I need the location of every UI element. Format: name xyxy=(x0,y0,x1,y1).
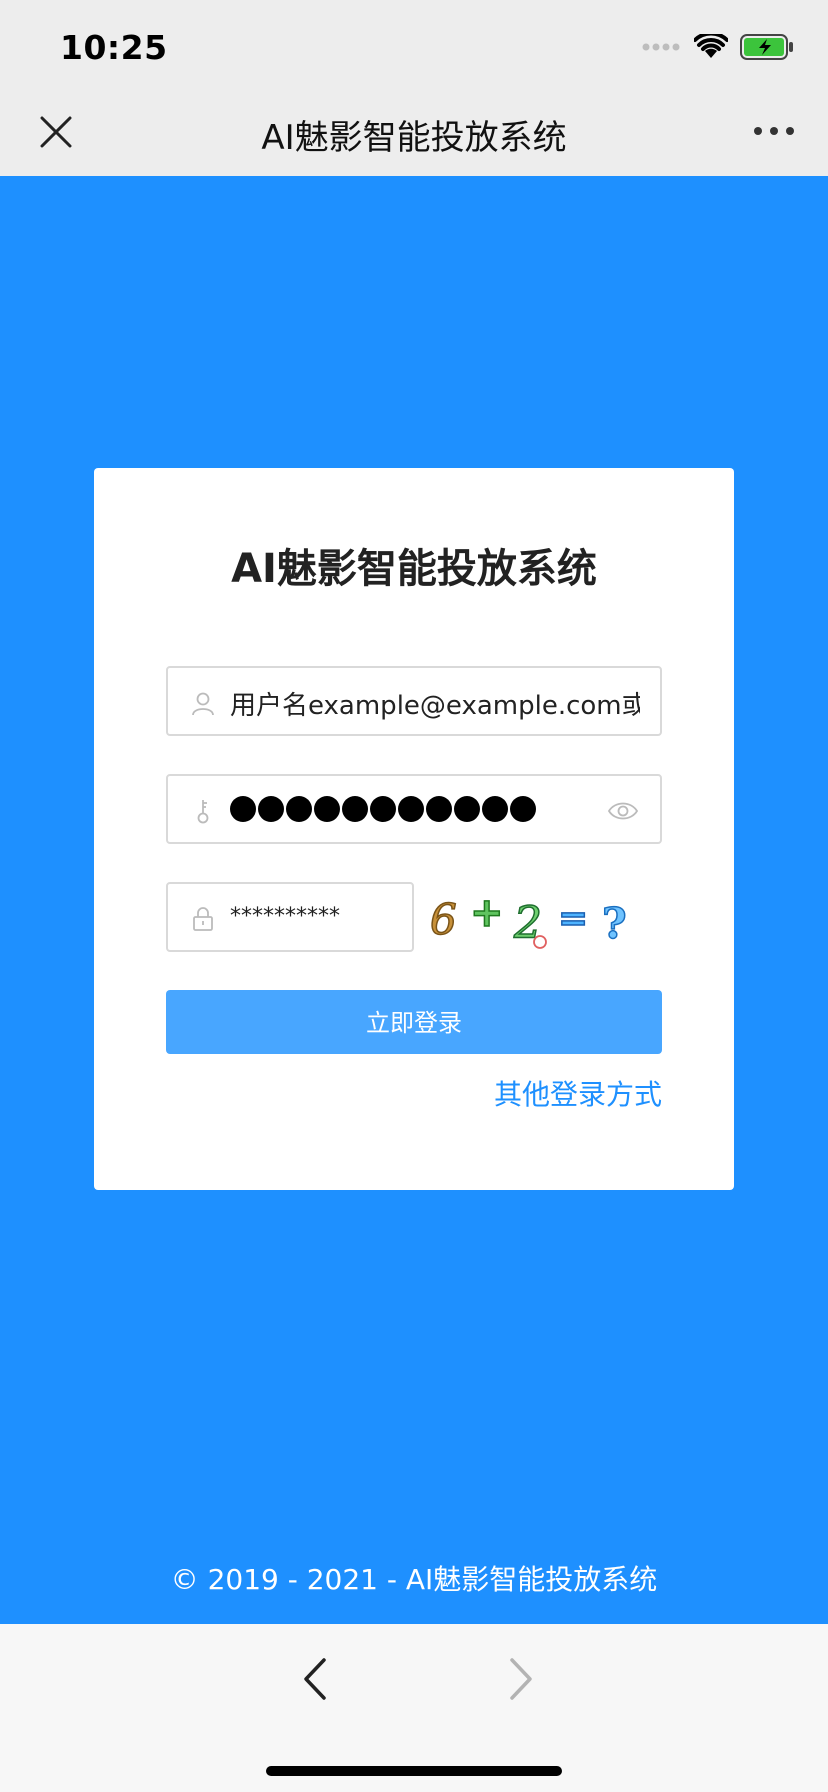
password-dot xyxy=(510,796,536,822)
password-dot xyxy=(342,796,368,822)
password-dot xyxy=(314,796,340,822)
status-time: 10:25 xyxy=(60,28,168,67)
footer-copyright: © 2019 - 2021 - AI魅影智能投放系统 xyxy=(170,1563,658,1596)
password-dot xyxy=(398,796,424,822)
captcha-image[interactable]: 6 + 2 = ? xyxy=(428,882,650,952)
chevron-right-icon[interactable] xyxy=(500,1654,540,1704)
password-dot xyxy=(482,796,508,822)
wifi-icon xyxy=(694,34,728,58)
key-icon xyxy=(197,800,209,824)
main-background: AI魅影智能投放系统 用户名example@example.com或 *****… xyxy=(0,176,828,1624)
more-icon[interactable] xyxy=(752,116,796,146)
captcha-value: ********** xyxy=(230,904,340,929)
eye-icon[interactable] xyxy=(608,800,638,822)
nav-bar: AI魅影智能投放系统 xyxy=(0,88,828,176)
password-value xyxy=(230,796,536,822)
home-indicator xyxy=(266,1766,562,1776)
user-icon xyxy=(192,692,214,716)
battery-charging-icon xyxy=(740,34,793,60)
svg-text:+: + xyxy=(470,890,504,936)
svg-text:2: 2 xyxy=(513,898,542,949)
svg-text:?: ? xyxy=(602,899,627,948)
other-login-link[interactable]: 其他登录方式 xyxy=(494,1073,662,1113)
status-icons xyxy=(642,34,794,60)
password-dot xyxy=(230,796,256,822)
username-value: 用户名example@example.com或 xyxy=(230,691,640,721)
password-dot xyxy=(286,796,312,822)
password-field[interactable] xyxy=(166,774,662,844)
lock-icon xyxy=(193,907,213,931)
chevron-left-icon[interactable] xyxy=(296,1654,336,1704)
browser-toolbar xyxy=(0,1624,828,1792)
login-card: AI魅影智能投放系统 用户名example@example.com或 *****… xyxy=(94,468,734,1190)
svg-text:6: 6 xyxy=(430,895,457,944)
login-title: AI魅影智能投放系统 xyxy=(231,546,597,592)
login-button[interactable]: 立即登录 xyxy=(166,990,662,1054)
svg-text:=: = xyxy=(558,898,588,939)
captcha-field[interactable]: ********** xyxy=(166,882,414,952)
nav-title: AI魅影智能投放系统 xyxy=(261,118,567,158)
password-dot xyxy=(258,796,284,822)
username-field[interactable]: 用户名example@example.com或 xyxy=(166,666,662,736)
status-bar: 10:25 xyxy=(0,0,828,88)
signal-icon xyxy=(642,43,680,51)
password-dot xyxy=(426,796,452,822)
password-dot xyxy=(370,796,396,822)
password-dot xyxy=(454,796,480,822)
